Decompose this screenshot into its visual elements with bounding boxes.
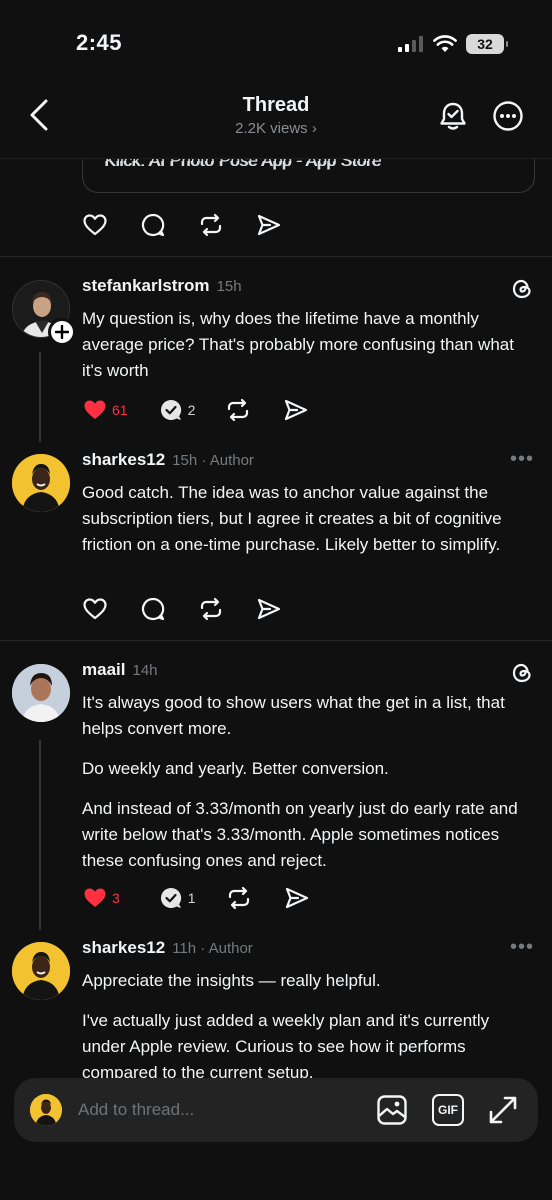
post-divider	[0, 256, 552, 257]
comment-icon[interactable]	[140, 596, 166, 622]
share-icon[interactable]	[256, 596, 282, 622]
threads-logo-link[interactable]	[510, 277, 534, 301]
image-icon	[377, 1095, 407, 1125]
more-options-button[interactable]	[492, 100, 524, 132]
avatar[interactable]	[12, 664, 70, 722]
post-body: My question is, why does the lifetime ha…	[82, 306, 534, 384]
ellipsis-circle-icon	[493, 101, 523, 131]
post-timestamp: 15h · Author	[172, 452, 254, 469]
link-preview-border	[82, 159, 535, 193]
like-count: 61	[112, 402, 128, 418]
repost-icon[interactable]	[198, 596, 224, 622]
wifi-icon	[433, 35, 457, 52]
avatar-portrait-icon	[12, 454, 70, 512]
post-timestamp: 14h	[132, 662, 158, 679]
post-header: sharkes12 15h · Author	[82, 450, 254, 470]
post-actions: 3 1	[82, 885, 310, 911]
avatar[interactable]	[12, 454, 70, 512]
composer-input[interactable]: Add to thread...	[78, 1100, 194, 1120]
expand-arrows-icon	[489, 1096, 517, 1124]
post-text: I've actually just added a weekly plan a…	[82, 1011, 490, 1082]
post-username[interactable]: sharkes12	[82, 938, 165, 958]
post-body: Appreciate the insights — really helpful…	[82, 968, 537, 1086]
gif-label: GIF	[438, 1103, 458, 1117]
post-text: And instead of 3.33/month on yearly just…	[82, 799, 518, 870]
repost-icon[interactable]	[226, 885, 252, 911]
avatar-portrait-icon	[12, 942, 70, 1000]
threads-logo-link[interactable]	[510, 661, 534, 685]
heart-icon[interactable]	[82, 596, 108, 622]
page-title: Thread	[242, 94, 310, 116]
like-count: 3	[112, 890, 120, 906]
post-username[interactable]: sharkes12	[82, 450, 165, 470]
repost-icon[interactable]	[198, 212, 224, 238]
avatar[interactable]	[12, 942, 70, 1000]
post-body: It's always good to show users what the …	[82, 690, 537, 874]
bell-check-icon	[440, 102, 466, 130]
status-icons: 32	[398, 34, 508, 54]
post-username[interactable]: stefankarlstrom	[82, 276, 210, 296]
battery-indicator: 32	[466, 34, 508, 54]
follow-button[interactable]	[48, 318, 76, 346]
post-more-button[interactable]: •••	[510, 936, 534, 959]
heart-icon[interactable]	[82, 212, 108, 238]
status-time: 2:45	[76, 30, 123, 55]
post-text: Appreciate the insights — really helpful…	[82, 971, 381, 990]
post-timestamp: 15h	[216, 278, 242, 295]
reply-check-icon[interactable]	[158, 397, 184, 423]
post-username[interactable]: maail	[82, 660, 125, 680]
avatar-portrait-icon	[12, 664, 70, 722]
post-actions: 61 2	[82, 397, 309, 423]
reply-count: 1	[187, 890, 196, 906]
repost-icon[interactable]	[225, 397, 251, 423]
post-more-button[interactable]: •••	[510, 448, 534, 471]
view-count-link[interactable]: 2.2K views ›	[0, 120, 552, 137]
threads-logo-icon	[512, 663, 531, 683]
post-text: My question is, why does the lifetime ha…	[82, 309, 514, 380]
heart-filled-icon[interactable]	[82, 885, 108, 911]
post-header: sharkes12 11h · Author	[82, 938, 253, 958]
share-icon[interactable]	[283, 397, 309, 423]
comment-icon[interactable]	[140, 212, 166, 238]
plus-icon	[55, 325, 69, 339]
post-actions-top	[82, 212, 282, 238]
post-divider	[0, 640, 552, 641]
share-icon[interactable]	[256, 212, 282, 238]
share-icon[interactable]	[284, 885, 310, 911]
thread-line	[39, 352, 41, 442]
thread-line	[39, 740, 41, 930]
heart-filled-icon[interactable]	[82, 397, 108, 423]
post-actions	[82, 596, 282, 622]
avatar-portrait-icon	[30, 1094, 62, 1126]
post-header: maail 14h	[82, 660, 158, 680]
post-text: Do weekly and yearly. Better conversion.	[82, 759, 389, 778]
reply-count: 2	[187, 402, 196, 418]
post-text: It's always good to show users what the …	[82, 693, 505, 738]
threads-logo-icon	[512, 279, 531, 299]
post-header: stefankarlstrom 15h	[82, 276, 242, 296]
cellular-signal-icon	[398, 36, 423, 52]
post-text: Good catch. The idea was to anchor value…	[82, 483, 502, 554]
post-timestamp: 11h · Author	[172, 940, 253, 957]
gif-button[interactable]: GIF	[432, 1094, 464, 1126]
attach-image-button[interactable]	[376, 1094, 408, 1126]
composer-avatar	[30, 1094, 62, 1126]
expand-composer-button[interactable]	[487, 1094, 519, 1126]
notify-button[interactable]	[437, 100, 469, 132]
post-body: Good catch. The idea was to anchor value…	[82, 480, 537, 558]
battery-level: 32	[477, 36, 493, 52]
reply-check-icon[interactable]	[158, 885, 184, 911]
